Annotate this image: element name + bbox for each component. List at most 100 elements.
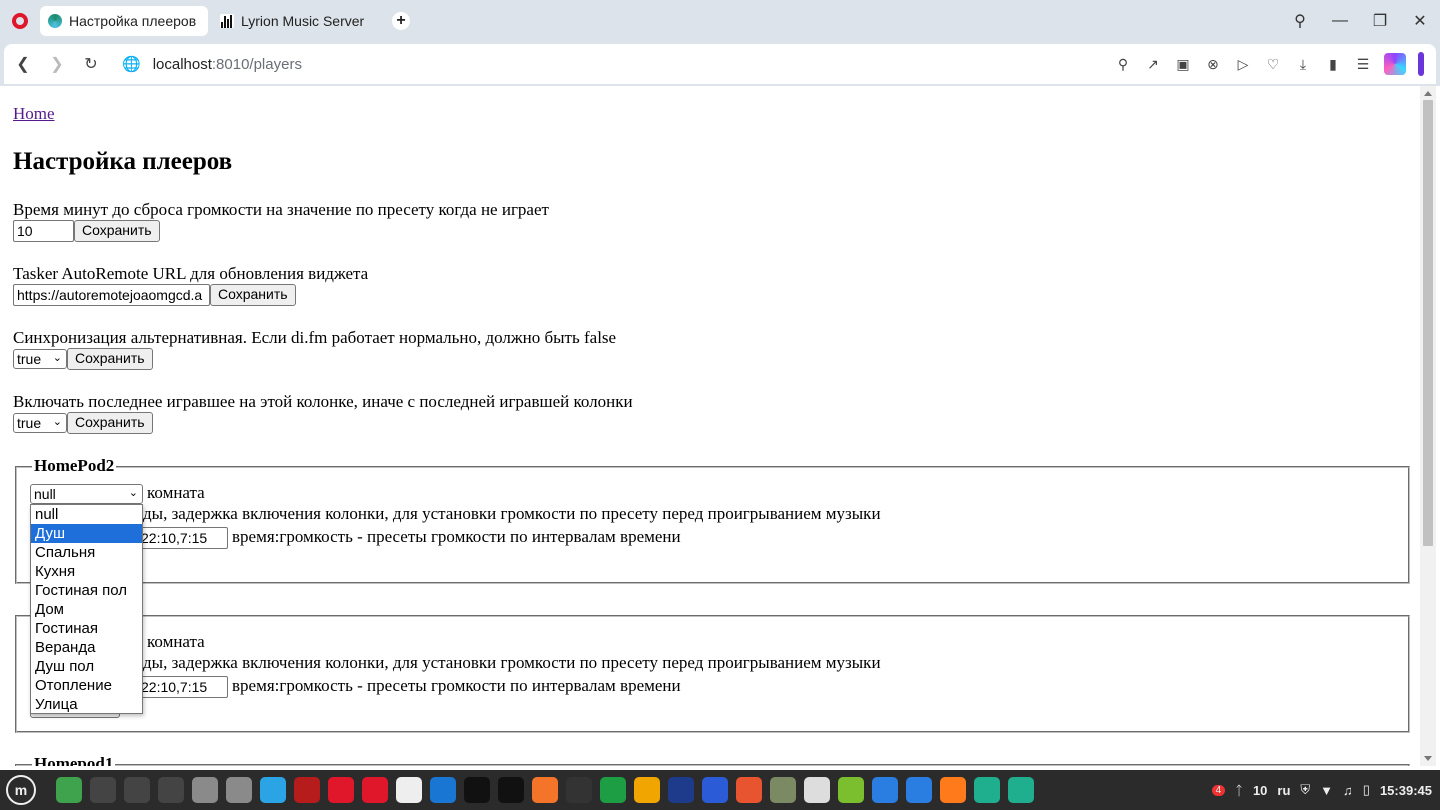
room-option[interactable]: Кухня — [31, 562, 142, 581]
wifi-icon[interactable]: ▼ — [1320, 783, 1333, 798]
download-icon[interactable]: ⤓ — [1288, 56, 1318, 73]
room-option[interactable]: Гостиная пол — [31, 581, 142, 600]
taskbar-app-icon[interactable] — [532, 777, 558, 803]
taskbar-app-icon[interactable] — [702, 777, 728, 803]
search-tabs-icon[interactable]: ⚲ — [1280, 11, 1320, 31]
url-path: :8010/players — [211, 55, 302, 73]
volume-reset-minutes-input[interactable]: 10 — [13, 220, 74, 242]
window-controls: ⚲ — ❐ ✕ — [1280, 0, 1440, 42]
preset-label: время:громкость - пресеты громкости по и… — [232, 527, 681, 546]
save-button[interactable]: Сохранить — [210, 284, 296, 306]
url-field[interactable]: localhost:8010/players — [153, 56, 302, 73]
taskbar-app-icon[interactable] — [192, 777, 218, 803]
bluetooth-icon[interactable]: ᛏ — [1235, 783, 1243, 798]
extension-icon[interactable] — [1384, 53, 1406, 75]
tab-lyrion[interactable]: Lyrion Music Server — [212, 6, 380, 36]
mint-menu-icon[interactable]: m — [6, 775, 36, 805]
room-option[interactable]: Гостиная — [31, 619, 142, 638]
scrollbar-thumb[interactable] — [1423, 100, 1433, 546]
forward-icon[interactable]: ❯ — [40, 54, 74, 74]
taskbar-app-icon[interactable] — [430, 777, 456, 803]
sync-select-value: true — [17, 351, 42, 367]
taskbar-app-icon[interactable] — [56, 777, 82, 803]
page-scrollbar[interactable] — [1420, 86, 1436, 766]
os-taskbar: m 4 ᛏ 10 ru ⛨ ▼ ♫ ▯ 15:39:45 — [0, 770, 1440, 810]
taskbar-app-icon[interactable] — [158, 777, 184, 803]
settings-icon[interactable]: ☰ — [1348, 56, 1378, 73]
new-tab-button[interactable]: + — [392, 12, 410, 30]
taskbar-app-icon[interactable] — [600, 777, 626, 803]
room-option[interactable]: Улица — [31, 695, 142, 714]
network-badge: 4 — [1211, 784, 1226, 796]
room-option[interactable]: Отопление — [31, 676, 142, 695]
sidebar-handle-icon[interactable] — [1418, 52, 1424, 76]
taskbar-app-icon[interactable] — [362, 777, 388, 803]
taskbar-app-icon[interactable] — [770, 777, 796, 803]
autoremote-url-input[interactable]: https://autoremotejoaomgcd.a — [13, 284, 210, 306]
maximize-icon[interactable]: ❐ — [1360, 11, 1400, 31]
page-title: Настройка плееров — [13, 148, 233, 175]
zoom-icon[interactable]: ⚲ — [1108, 56, 1138, 73]
taskbar-app-icon[interactable] — [906, 777, 932, 803]
last-played-select-value: true — [17, 415, 42, 431]
last-played-select[interactable]: true ⌄ — [13, 413, 67, 433]
taskbar-app-icon[interactable] — [566, 777, 592, 803]
weather-temp[interactable]: 10 — [1253, 783, 1267, 798]
volume-icon[interactable]: ♫ — [1343, 783, 1353, 798]
scroll-up-icon[interactable] — [1424, 91, 1432, 96]
tab-player-settings[interactable]: Настройка плееров — [40, 6, 208, 36]
reload-icon[interactable]: ↻ — [74, 54, 108, 74]
room-option[interactable]: Веранда — [31, 638, 142, 657]
room-option[interactable]: Спальня — [31, 543, 142, 562]
taskbar-apps — [56, 777, 1042, 803]
taskbar-app-icon[interactable] — [464, 777, 490, 803]
share-icon[interactable]: ↗ — [1138, 56, 1168, 73]
taskbar-app-icon[interactable] — [940, 777, 966, 803]
back-icon[interactable]: ❮ — [6, 54, 40, 74]
save-button[interactable]: Сохранить — [67, 348, 153, 370]
taskbar-app-icon[interactable] — [838, 777, 864, 803]
room-option[interactable]: Душ пол — [31, 657, 142, 676]
taskbar-app-icon[interactable] — [396, 777, 422, 803]
keyboard-layout[interactable]: ru — [1277, 783, 1290, 798]
save-button[interactable]: Сохранить — [74, 220, 160, 242]
heart-icon[interactable]: ♡ — [1258, 56, 1288, 73]
taskbar-app-icon[interactable] — [872, 777, 898, 803]
room-select[interactable]: null ⌄ — [30, 484, 143, 504]
setting-last-played-label: Включать последнее игравшее на этой коло… — [13, 392, 633, 411]
taskbar-app-icon[interactable] — [974, 777, 1000, 803]
room-option[interactable]: Душ — [31, 524, 142, 543]
room-option[interactable]: null — [31, 505, 142, 524]
camera-icon[interactable]: ▣ — [1168, 56, 1198, 73]
opera-menu-icon[interactable] — [0, 0, 40, 42]
sync-select[interactable]: true ⌄ — [13, 349, 67, 369]
save-button[interactable]: Сохранить — [67, 412, 153, 434]
adblock-icon[interactable]: ⊗ — [1198, 56, 1228, 73]
battery-icon[interactable]: ▮ — [1318, 56, 1348, 73]
taskbar-app-icon[interactable] — [328, 777, 354, 803]
taskbar-app-icon[interactable] — [226, 777, 252, 803]
home-link[interactable]: Home — [13, 104, 55, 124]
clock[interactable]: 15:39:45 — [1380, 783, 1432, 798]
play-icon[interactable]: ▷ — [1228, 56, 1258, 73]
url-host: localhost — [152, 55, 212, 73]
scroll-down-icon[interactable] — [1424, 756, 1432, 761]
taskbar-app-icon[interactable] — [1008, 777, 1034, 803]
taskbar-app-icon[interactable] — [736, 777, 762, 803]
taskbar-app-icon[interactable] — [90, 777, 116, 803]
taskbar-app-icon[interactable] — [294, 777, 320, 803]
taskbar-app-icon[interactable] — [124, 777, 150, 803]
taskbar-app-icon[interactable] — [260, 777, 286, 803]
shield-icon[interactable]: ⛨ — [1300, 782, 1310, 798]
battery-icon[interactable]: ▯ — [1363, 782, 1370, 798]
room-label: комната — [147, 632, 205, 651]
lyrion-favicon-icon — [220, 14, 234, 28]
taskbar-app-icon[interactable] — [804, 777, 830, 803]
taskbar-app-icon[interactable] — [634, 777, 660, 803]
taskbar-app-icon[interactable] — [668, 777, 694, 803]
minimize-icon[interactable]: — — [1320, 12, 1360, 30]
site-info-icon[interactable]: 🌐 — [122, 55, 141, 73]
taskbar-app-icon[interactable] — [498, 777, 524, 803]
close-icon[interactable]: ✕ — [1400, 11, 1440, 31]
room-option[interactable]: Дом — [31, 600, 142, 619]
